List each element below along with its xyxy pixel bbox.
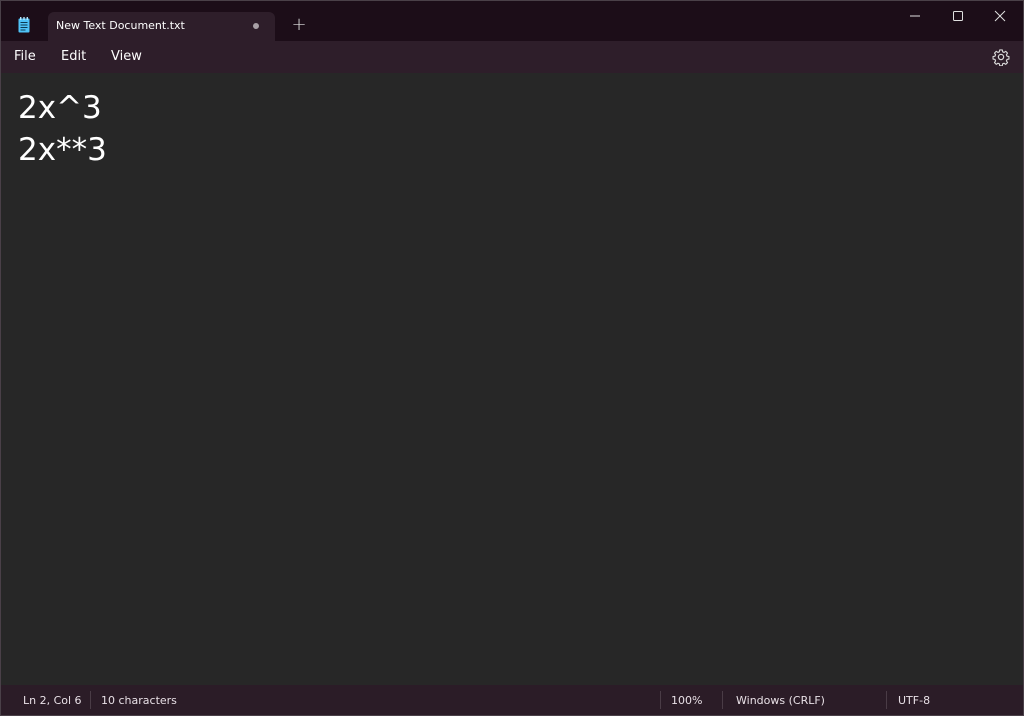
cursor-position: Ln 2, Col 6 [23, 694, 82, 707]
notepad-window: New Text Document.txt + File Edit View 2… [0, 0, 1024, 716]
text-editor[interactable]: 2x^3 2x**3 [1, 73, 1023, 685]
new-tab-button[interactable]: + [290, 16, 308, 34]
maximize-button[interactable] [935, 1, 981, 31]
status-divider [660, 691, 661, 709]
zoom-level[interactable]: 100% [671, 694, 702, 707]
status-bar: Ln 2, Col 6 10 characters 100% Windows (… [1, 685, 1023, 715]
editor-line-2[interactable]: 2x**3 [18, 130, 107, 170]
tab-title: New Text Document.txt [56, 19, 185, 32]
character-count: 10 characters [101, 694, 177, 707]
menu-bar: File Edit View [1, 41, 1023, 73]
line-ending[interactable]: Windows (CRLF) [736, 694, 825, 707]
minimize-icon [910, 15, 920, 17]
title-bar[interactable]: New Text Document.txt + [1, 1, 1023, 41]
menu-edit[interactable]: Edit [61, 49, 86, 64]
status-divider [722, 691, 723, 709]
unsaved-dot-icon[interactable] [253, 23, 259, 29]
status-divider [886, 691, 887, 709]
menu-view[interactable]: View [111, 49, 142, 64]
encoding[interactable]: UTF-8 [898, 694, 930, 707]
status-divider [90, 691, 91, 709]
gear-icon [992, 49, 1010, 67]
minimize-button[interactable] [892, 1, 938, 31]
tab-new-text-document[interactable]: New Text Document.txt [48, 12, 275, 41]
settings-button[interactable] [992, 48, 1010, 67]
close-icon [994, 10, 1006, 22]
menu-file[interactable]: File [14, 49, 36, 64]
editor-line-1[interactable]: 2x^3 [18, 88, 102, 128]
maximize-icon [953, 11, 963, 21]
close-button[interactable] [977, 1, 1023, 31]
notepad-icon [18, 17, 30, 33]
